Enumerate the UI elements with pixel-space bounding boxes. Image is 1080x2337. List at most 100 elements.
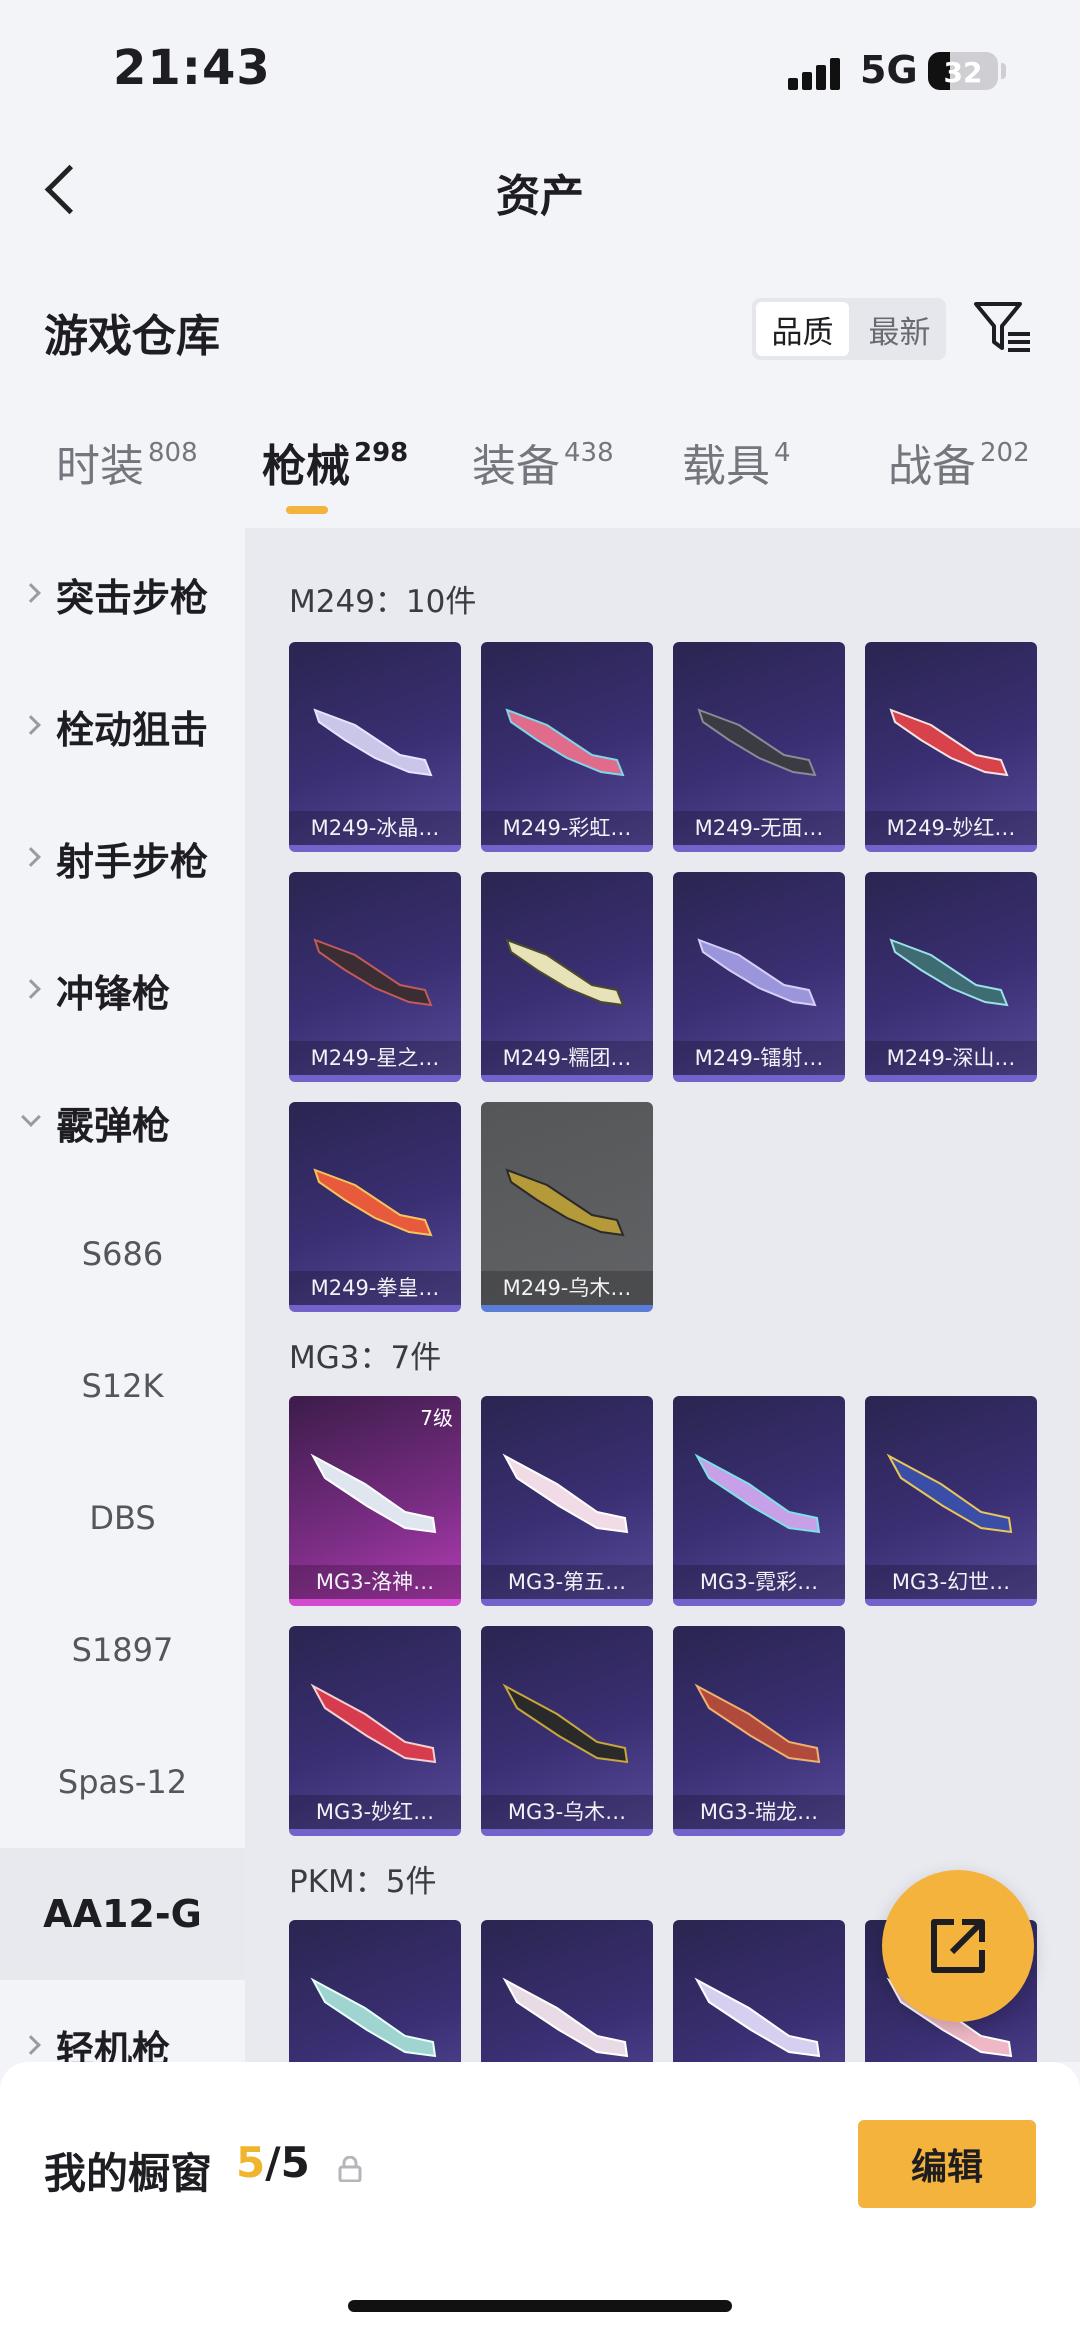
status-time: 21:43 (113, 40, 271, 96)
sort-newest-button[interactable]: 最新 (853, 298, 946, 360)
weapon-card[interactable]: MG3-妙红… (289, 1626, 461, 1836)
gun-icon (889, 938, 1009, 1007)
sidebar-subitem-s686[interactable]: S686 (0, 1188, 245, 1320)
weapon-name: MG3-瑞龙… (673, 1795, 845, 1829)
sidebar-subitem-dbs[interactable]: DBS (0, 1452, 245, 1584)
sidebar-item-label: 霰弹枪 (56, 1103, 171, 1148)
weapon-name: M249-无面… (673, 811, 845, 845)
weapon-card[interactable] (289, 1920, 461, 2062)
tab-label: 时装 (56, 441, 144, 492)
weapon-name: MG3-乌木… (481, 1795, 653, 1829)
battery-level: 32 (943, 56, 983, 89)
tab-indicator (286, 506, 328, 514)
tab-firearms[interactable]: 枪械 298 (262, 430, 408, 494)
sidebar-item-marksman-rifle[interactable]: 射手步枪 (0, 792, 245, 924)
section-title-m249: M249：10件 (289, 584, 477, 620)
sidebar-subitem-aa12g[interactable]: AA12-G (0, 1848, 245, 1980)
weapon-card[interactable]: MG3-第五… (481, 1396, 653, 1606)
weapon-card[interactable]: M249-糯团… (481, 872, 653, 1082)
weapon-name: M249-拳皇… (289, 1271, 461, 1305)
category-tabs: 时装 808 枪械 298 装备 438 载具 4 战备 202 (0, 430, 1080, 530)
showcase-current: 5 (236, 2138, 266, 2187)
weapon-card[interactable]: M249-彩虹… (481, 642, 653, 852)
gun-icon (310, 1453, 437, 1534)
lock-icon (338, 2155, 362, 2183)
weapon-name: M249-糯团… (481, 1041, 653, 1075)
gun-icon (313, 1168, 433, 1237)
showcase-total: /5 (265, 2138, 310, 2187)
sidebar-item-smg[interactable]: 冲锋枪 (0, 924, 245, 1056)
network-label: 5G (860, 48, 918, 92)
weapon-card[interactable] (673, 1920, 845, 2062)
weapon-card[interactable]: MG3-乌木… (481, 1626, 653, 1836)
gun-icon (886, 1453, 1013, 1534)
sidebar-item-label: 栓动狙击 (56, 707, 209, 752)
tab-count: 202 (980, 438, 1030, 468)
weapon-list: M249：10件 M249-冰晶… M249-彩虹… M249-无面… M249… (245, 528, 1080, 2062)
tab-count: 298 (354, 438, 409, 468)
gun-icon (313, 938, 433, 1007)
weapon-name: M249-星之… (289, 1041, 461, 1075)
weapon-name: MG3-第五… (481, 1565, 653, 1599)
gun-icon (505, 1168, 625, 1237)
weapon-card[interactable]: M249-无面… (673, 642, 845, 852)
weapon-name: M249-乌木… (481, 1271, 653, 1305)
weapon-card[interactable]: M249-拳皇… (289, 1102, 461, 1312)
filter-icon[interactable] (970, 296, 1034, 360)
status-bar: 21:43 5G 32 (0, 0, 1080, 130)
weapon-card[interactable]: M249-乌木… (481, 1102, 653, 1312)
weapon-card[interactable]: M249-冰晶… (289, 642, 461, 852)
section-title-pkm: PKM：5件 (289, 1864, 437, 1900)
home-indicator[interactable] (348, 2300, 732, 2312)
sidebar-item-bolt-sniper[interactable]: 栓动狙击 (0, 660, 245, 792)
showcase-count: 5/5 (236, 2138, 310, 2187)
chevron-down-icon (21, 1107, 41, 1127)
weapon-card[interactable] (481, 1920, 653, 2062)
tab-fashion[interactable]: 时装 808 (56, 430, 198, 494)
sidebar-item-assault-rifle[interactable]: 突击步枪 (0, 528, 245, 660)
sidebar-item-label: 突击步枪 (56, 575, 209, 620)
weapon-card[interactable]: M249-深山… (865, 872, 1037, 1082)
weapon-card[interactable]: MG3-瑞龙… (673, 1626, 845, 1836)
gun-icon (505, 708, 625, 777)
tab-supplies[interactable]: 战备 202 (888, 430, 1030, 494)
weapon-name: M249-冰晶… (289, 811, 461, 845)
chevron-right-icon (21, 715, 41, 735)
tab-label: 枪械 (262, 441, 350, 492)
gun-icon (697, 708, 817, 777)
gun-icon (694, 1683, 821, 1764)
weapon-card[interactable]: MG3-幻世… (865, 1396, 1037, 1606)
sidebar-subitem-spas12[interactable]: Spas-12 (0, 1716, 245, 1848)
chevron-right-icon (21, 2035, 41, 2055)
weapon-card[interactable]: M249-镭射… (673, 872, 845, 1082)
tab-vehicles[interactable]: 载具 4 (682, 430, 791, 494)
showcase-title: 我的橱窗 (44, 2149, 213, 2198)
sidebar-item-shotgun[interactable]: 霰弹枪 (0, 1056, 245, 1188)
section-title-mg3: MG3：7件 (289, 1340, 442, 1376)
weapon-name: MG3-妙红… (289, 1795, 461, 1829)
page-title: 资产 (496, 171, 584, 222)
share-button[interactable] (882, 1870, 1034, 2022)
weapon-card[interactable]: 7级 MG3-洛神… (289, 1396, 461, 1606)
sidebar-subitem-s12k[interactable]: S12K (0, 1320, 245, 1452)
tab-label: 战备 (888, 441, 976, 492)
weapon-card[interactable]: MG3-霓彩… (673, 1396, 845, 1606)
gun-icon (502, 1977, 629, 2058)
tab-equipment[interactable]: 装备 438 (472, 430, 614, 494)
share-icon (931, 1919, 985, 1973)
chevron-right-icon (21, 979, 41, 999)
sidebar-subitem-s1897[interactable]: S1897 (0, 1584, 245, 1716)
weapon-card[interactable]: M249-星之… (289, 872, 461, 1082)
gun-icon (889, 708, 1009, 777)
gun-icon (694, 1977, 821, 2058)
weapon-card[interactable]: M249-妙红… (865, 642, 1037, 852)
sort-quality-button[interactable]: 品质 (756, 302, 849, 356)
gun-icon (313, 708, 433, 777)
weapon-type-sidebar: 突击步枪 栓动狙击 射手步枪 冲锋枪 霰弹枪 S686 S12K DBS S18… (0, 528, 245, 2078)
sidebar-item-label: 射手步枪 (56, 839, 209, 884)
sort-toggle[interactable]: 品质 最新 (752, 298, 946, 360)
gun-icon (502, 1453, 629, 1534)
tab-count: 438 (564, 438, 614, 468)
gun-icon (310, 1977, 437, 2058)
edit-button[interactable]: 编辑 (858, 2120, 1036, 2208)
